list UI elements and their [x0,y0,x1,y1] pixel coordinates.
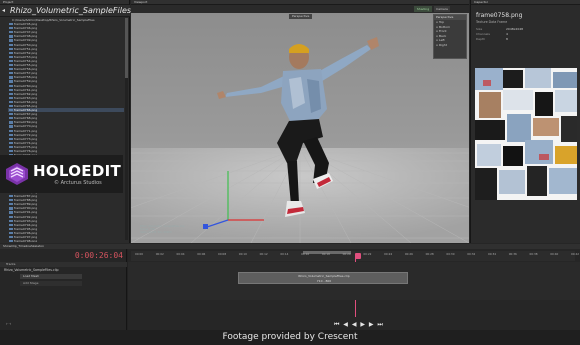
ruler-tick-label: 00:36 [508,252,517,256]
inspector-title: Inspector [471,0,580,5]
file-list-item[interactable]: frame0798.png [8,239,124,242]
ruler-tick-label: 00:08 [218,252,227,256]
clip-range: 710 - 800 [316,279,332,283]
inspector-row-label: Channels [476,32,490,36]
holoedit-logo: HOLOEDIT © Arcturus Studios [0,155,123,193]
inspector-row-value: 4 [506,32,508,36]
file-list: C:/Users/Admin/Desktop/Rhizo_Volumetric_… [8,18,124,242]
perspective-tab[interactable]: Perspective [289,14,313,19]
ruler-tick-label: 00:00 [135,252,144,256]
back-arrow-icon[interactable]: ◂ [2,8,8,14]
ruler-tick-label: 00:40 [550,252,559,256]
3d-scene[interactable] [131,13,469,243]
perspective-menu-items: ▫ Top ▫ Bottom ▫ Front ▫ Back ▫ Left ▫ Right [434,20,466,47]
inspector-row-value: 8 [506,37,508,41]
ruler-tick-label: 00:10 [238,252,247,256]
ruler-tick-label: 00:38 [529,252,538,256]
logo-title: HOLOEDIT [33,162,121,180]
ruler-tick-label: 00:16 [301,252,310,256]
ruler-tick-label: 00:24 [384,252,393,256]
project-root-title: Rhizo_Volumetric_SampleFiles [10,6,132,15]
timeline-ruler[interactable]: 00:00 00:02 00:04 00:06 00:08 00:10 00:12 00:14… [131,251,579,261]
ruler-tick-label: 00:06 [197,252,206,256]
inspector-panel: Inspector frame0758.png Texture Data Fra… [470,0,580,243]
ruler-tick-label: 00:14 [280,252,289,256]
perspective-menu-item[interactable]: ▫ Right [434,43,466,48]
viewport-info-line: Verts: 21431 Tris: 40000 [140,231,172,234]
add-stage-item[interactable]: Add Stage [20,281,82,286]
viewport-panel[interactable]: Viewport Shading Camera Perspective Pers… [131,0,469,243]
footer-credit: Footage provided by Crescent [0,330,580,345]
texture-preview [475,68,577,200]
inspector-row-label: Depth [476,37,486,41]
scrollbar-thumb[interactable] [125,18,128,78]
logo-subtitle: © Arcturus Studios [54,180,102,186]
ruler-tick-label: 00:12 [259,252,268,256]
project-panel: Project ◂ Rhizo_Volumetric_SampleFiles C… [0,0,132,243]
viewport-info: Rhizo_Volumetric_SampleFiles.clip Frame: … [140,225,250,234]
ruler-tick-label: 00:04 [176,252,185,256]
timecode-display[interactable]: 0:00:26:04 [75,251,123,260]
inspector-row-value: 2048x2048 [506,27,524,31]
timeline-panel: ShowClip_TimelineSkeleton 0:00:26:04 Tra… [0,244,580,330]
inspector-row-label: Size [476,27,483,31]
tracks-header: Tracks [0,262,127,267]
inspector-row: Channels 4 [476,32,508,36]
load-mesh-item[interactable]: Load Mesh [20,274,82,279]
inspector-file-name: frame0758.png [476,12,523,19]
ruler-tick-label: 00:22 [363,252,372,256]
camera-dropdown[interactable]: Camera [434,6,450,12]
ruler-tick-label: 00:42 [571,252,580,256]
ruler-tick-label: 00:02 [155,252,164,256]
playback-controls[interactable]: ⏮ ◀ ◀ ▶ ▶ ⏭ [334,322,384,328]
ruler-tick-label: 00:32 [467,252,476,256]
project-header: ◂ Rhizo_Volumetric_SampleFiles [0,5,132,17]
ruler-tick-label: 00:28 [425,252,434,256]
clip-label: Rhizo_Volumetric_SampleFiles.clip [298,274,350,278]
ruler-tick-label: 00:18 [321,252,330,256]
trim-tool-icon[interactable]: ⊢⊣ [6,322,11,326]
timeline-tracks-area[interactable]: 00:00 00:02 00:04 00:06 00:08 00:10 00:12 00:14… [128,249,580,330]
inspector-subtitle: Texture Data Frame [476,20,508,24]
ruler-tick-label: 00:30 [446,252,455,256]
timeline-clip[interactable]: Rhizo_Volumetric_SampleFiles.clip 710 - … [238,272,408,284]
holoedit-logo-mark-icon [6,163,28,185]
clip-track-row[interactable]: Rhizo_Volumetric_SampleFiles.clip [4,268,59,273]
timeline-track-list: 0:00:26:04 Tracks Rhizo_Volumetric_Sampl… [0,249,127,330]
inspector-row: Size 2048x2048 [476,27,523,31]
project-scrollbar[interactable] [125,18,128,240]
inspector-row: Depth 8 [476,37,508,41]
ruler-tick-label: 00:20 [342,252,351,256]
timeline-track: Rhizo_Volumetric_SampleFiles.clip 710 - … [128,262,580,300]
ruler-tick-label: 00:34 [487,252,496,256]
ruler-tick-label: 00:26 [404,252,413,256]
perspective-menu[interactable]: Perspective ▫ Top ▫ Bottom ▫ Front ▫ Back ▫ … [433,14,467,59]
shading-button[interactable]: Shading [414,6,432,12]
